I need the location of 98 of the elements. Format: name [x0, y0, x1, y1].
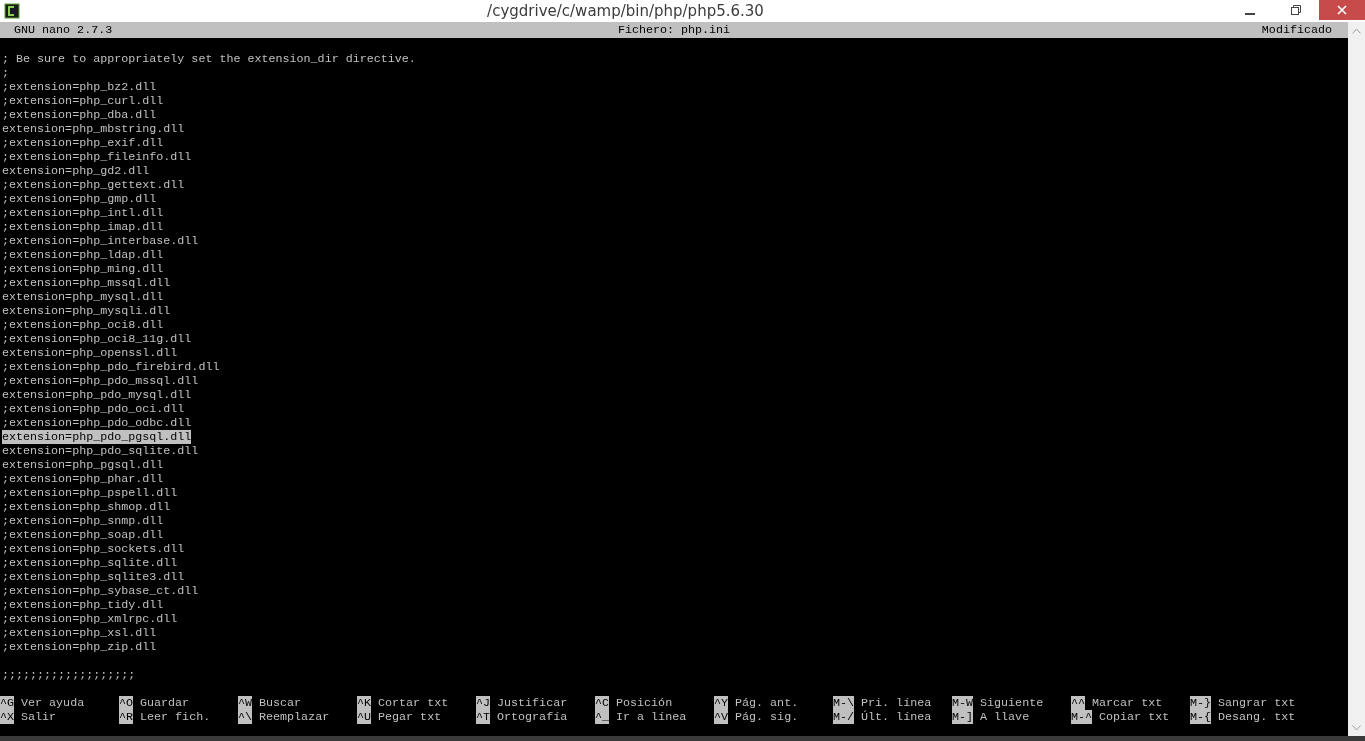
- shortcut-key: ^X: [0, 710, 15, 724]
- code-line: ;extension=php_zip.dll: [2, 640, 157, 654]
- shortcut-key: M-\: [833, 696, 855, 710]
- shortcut-key: ^U: [357, 710, 372, 724]
- code-line: ;extension=php_gmp.dll: [2, 192, 157, 206]
- shortcut-label: Copiar txt: [1099, 710, 1170, 724]
- code-line: ;: [2, 66, 9, 80]
- close-icon: [1337, 5, 1347, 15]
- restore-icon: [1291, 5, 1301, 15]
- scroll-up-icon[interactable]: [1352, 28, 1361, 34]
- shortcut-key: ^O: [119, 696, 134, 710]
- code-line: ; Be sure to appropriately set the extension_dir directive.: [2, 52, 416, 66]
- code-line: ;extension=php_shmop.dll: [2, 500, 171, 514]
- code-line: extension=php_pgsql.dll: [2, 458, 164, 472]
- code-line: ;extension=php_soap.dll: [2, 528, 164, 542]
- code-line: ;extension=php_curl.dll: [2, 94, 164, 108]
- shortcut-label: Desang. txt: [1218, 710, 1296, 724]
- code-line: ;extension=php_pdo_odbc.dll: [2, 416, 192, 430]
- code-line: ;extension=php_sqlite3.dll: [2, 570, 185, 584]
- shortcut-key: ^W: [238, 696, 253, 710]
- shortcut-key: ^\: [238, 710, 253, 724]
- shortcut-label: Pegar txt: [378, 710, 442, 724]
- minimize-icon: [1245, 12, 1255, 15]
- scroll-down-icon[interactable]: [1352, 725, 1361, 731]
- shortcut-label: Reemplazar: [259, 710, 330, 724]
- code-line: ;extension=php_sockets.dll: [2, 542, 185, 556]
- shortcut-key: ^K: [357, 696, 372, 710]
- code-line: extension=php_pdo_mysql.dll: [2, 388, 192, 402]
- code-line: ;extension=php_intl.dll: [2, 206, 164, 220]
- terminal-icon: [4, 3, 20, 19]
- shortcut-label: Pág. sig.: [735, 710, 799, 724]
- code-line: ;extension=php_ldap.dll: [2, 248, 164, 262]
- shortcut-key: ^C: [595, 696, 610, 710]
- code-line: ;extension=php_pdo_oci.dll: [2, 402, 185, 416]
- shortcut-key: ^_: [595, 710, 610, 724]
- window-title: /cygdrive/c/wamp/bin/php/php5.6.30: [486, 2, 765, 20]
- code-line: ;extension=php_exif.dll: [2, 136, 164, 150]
- shortcut-label: A llave: [980, 710, 1030, 724]
- shortcut-label: Ir a línea: [616, 710, 687, 724]
- shortcut-key: ^R: [119, 710, 134, 724]
- shortcut-label: Ver ayuda: [21, 696, 85, 710]
- code-line: ;extension=php_gettext.dll: [2, 178, 185, 192]
- code-line: ;extension=php_pdo_mssql.dll: [2, 374, 199, 388]
- code-line: ;extension=php_xsl.dll: [2, 626, 157, 640]
- nano-version: GNU nano 2.7.3: [13, 23, 113, 37]
- shortcut-key: ^^: [1071, 696, 1086, 710]
- shortcut-label: Cortar txt: [378, 696, 449, 710]
- shortcut-label: Sangrar txt: [1218, 696, 1296, 710]
- code-line: extension=php_mbstring.dll: [2, 122, 185, 136]
- shortcut-key: M-}: [1190, 696, 1212, 710]
- code-line: ;extension=php_sybase_ct.dll: [2, 584, 199, 598]
- code-line: ;extension=php_ming.dll: [2, 262, 164, 276]
- shortcut-label: Pri. línea: [861, 696, 932, 710]
- code-line: ;;;;;;;;;;;;;;;;;;;: [2, 668, 136, 682]
- code-line: extension=php_openssl.dll: [2, 346, 178, 360]
- code-line: ;extension=php_imap.dll: [2, 220, 164, 234]
- code-line: ;extension=php_snmp.dll: [2, 514, 164, 528]
- shortcut-key: M-/: [833, 710, 855, 724]
- shortcut-label: Ortografía: [497, 710, 568, 724]
- shortcut-key: M-^: [1071, 710, 1093, 724]
- shortcut-label: Posición: [616, 696, 673, 710]
- shortcut-key: M-W: [952, 696, 974, 710]
- code-line: ;extension=php_bz2.dll: [2, 80, 157, 94]
- shortcut-key: ^G: [0, 696, 15, 710]
- code-line: ;extension=php_pspell.dll: [2, 486, 178, 500]
- modified-status: Modificado: [1261, 23, 1332, 37]
- shortcut-label: Salir: [21, 710, 57, 724]
- shortcut-label: Justificar: [497, 696, 568, 710]
- code-line: extension=php_gd2.dll: [2, 164, 150, 178]
- file-name: Fichero: php.ini: [617, 23, 731, 37]
- shortcut-key: ^T: [476, 710, 491, 724]
- code-line: extension=php_mysqli.dll: [2, 304, 171, 318]
- code-line: extension=php_mysql.dll: [2, 290, 164, 304]
- shortcut-key: ^J: [476, 696, 491, 710]
- shortcut-key: M-{: [1190, 710, 1212, 724]
- shortcut-label: Pág. ant.: [735, 696, 799, 710]
- shortcut-label: Buscar: [259, 696, 302, 710]
- code-line: ;extension=php_pdo_firebird.dll: [2, 360, 220, 374]
- code-line: extension=php_pdo_sqlite.dll: [2, 444, 199, 458]
- code-line: ;extension=php_fileinfo.dll: [2, 150, 192, 164]
- code-line: ;extension=php_dba.dll: [2, 108, 157, 122]
- code-line: ;extension=php_phar.dll: [2, 472, 164, 486]
- code-line: ;extension=php_oci8_11g.dll: [2, 332, 192, 346]
- shortcut-label: Marcar txt: [1092, 696, 1163, 710]
- shortcut-label: Guardar: [140, 696, 190, 710]
- code-line: ;extension=php_xmlrpc.dll: [2, 612, 178, 626]
- code-line: ;extension=php_sqlite.dll: [2, 556, 178, 570]
- shortcut-label: Siguiente: [980, 696, 1044, 710]
- code-line: ;extension=php_interbase.dll: [2, 234, 199, 248]
- shortcut-label: Últ. línea: [861, 710, 932, 724]
- shortcut-label: Leer fich.: [140, 710, 211, 724]
- shortcut-key: M-]: [952, 710, 974, 724]
- code-line: ;extension=php_tidy.dll: [2, 598, 164, 612]
- code-line: ;extension=php_mssql.dll: [2, 276, 171, 290]
- code-line: ;extension=php_oci8.dll: [2, 318, 164, 332]
- shortcut-key: ^V: [714, 710, 729, 724]
- shortcut-key: ^Y: [714, 696, 729, 710]
- scrollbar[interactable]: [1348, 22, 1365, 736]
